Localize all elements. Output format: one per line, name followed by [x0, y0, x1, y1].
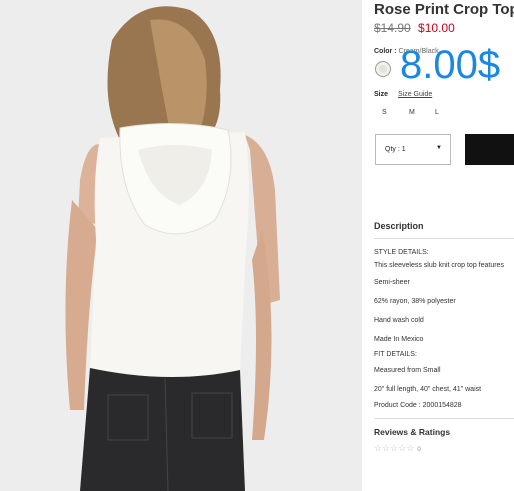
detail-line: Semi-sheer	[374, 279, 410, 286]
size-options: S M L	[374, 109, 454, 119]
size-option-l[interactable]: L	[435, 109, 439, 116]
size-option-m[interactable]: M	[409, 109, 415, 116]
caret-down-icon: ▼	[436, 145, 442, 151]
quantity-select[interactable]: Qty : 1 ▼	[375, 134, 451, 165]
add-to-bag-button[interactable]	[465, 134, 514, 165]
product-info-panel: Rose Print Crop Top $14.90 $10.00 Color …	[374, 0, 514, 491]
star-icons: ☆☆☆☆☆	[374, 443, 415, 453]
color-swatch[interactable]	[375, 61, 391, 77]
reviews-heading: Reviews & Ratings	[374, 427, 451, 437]
price-row: $14.90 $10.00	[374, 21, 455, 35]
swatch-icon	[379, 65, 387, 73]
style-details-text: This sleeveless slub knit crop top featu…	[374, 262, 504, 269]
quantity-value: Qty : 1	[385, 146, 406, 153]
overlay-price-text: 8.00$	[400, 43, 501, 87]
sale-price: $10.00	[418, 21, 455, 35]
size-option-s[interactable]: S	[382, 109, 387, 116]
size-guide-link[interactable]: Size Guide	[398, 91, 432, 98]
fit-line: Measured from Small	[374, 367, 441, 374]
fit-line: 20" full length, 40" chest, 41" waist	[374, 386, 482, 393]
reviews-divider	[374, 418, 514, 419]
model-illustration	[0, 0, 362, 491]
size-label: Size	[374, 91, 389, 98]
original-price: $14.90	[374, 21, 411, 35]
detail-line: Made In Mexico	[374, 336, 424, 343]
detail-line: Hand wash cold	[374, 317, 424, 324]
review-count: 0	[417, 447, 421, 453]
color-label: Color :	[374, 48, 397, 55]
product-code: Product Code : 2000154828	[374, 402, 462, 409]
style-details-heading: STYLE DETAILS:	[374, 249, 429, 256]
rating-stars[interactable]: ☆☆☆☆☆ 0	[374, 443, 421, 454]
description-divider	[374, 238, 514, 239]
detail-line: 62% rayon, 38% polyester	[374, 298, 456, 305]
product-photo[interactable]	[0, 0, 362, 491]
fit-details-heading: FIT DETAILS:	[374, 351, 417, 358]
product-title: Rose Print Crop Top	[374, 1, 514, 18]
description-heading: Description	[374, 221, 424, 231]
size-row: Size Size Guide	[374, 91, 432, 98]
